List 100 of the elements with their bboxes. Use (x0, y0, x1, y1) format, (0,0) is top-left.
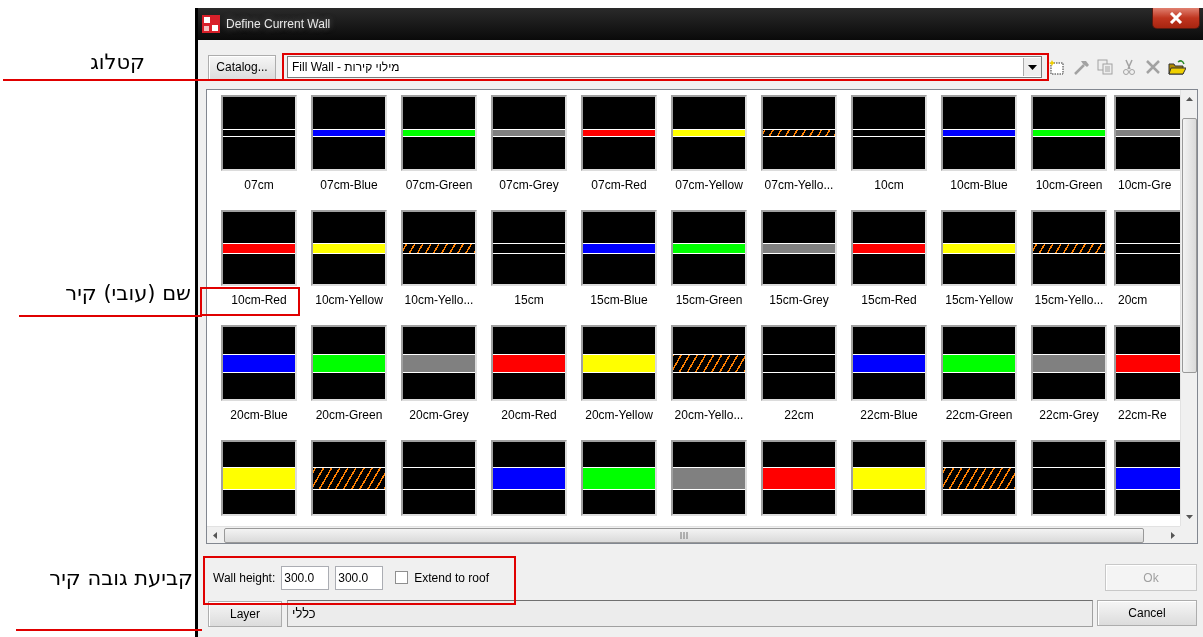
wall-swatch[interactable] (491, 325, 567, 401)
wall-name: 20cm-Blue (229, 408, 289, 422)
wall-name: 07cm-Grey (498, 178, 560, 192)
wall-swatch[interactable] (491, 440, 567, 516)
scroll-left-icon[interactable] (213, 531, 217, 539)
scroll-down-icon[interactable] (1185, 515, 1193, 519)
wall-name: 10cm-Red (230, 293, 288, 307)
wall-name: 07cm-Yellow (674, 178, 744, 192)
wall-swatch[interactable] (311, 210, 387, 286)
wall-swatch[interactable] (851, 440, 927, 516)
wall-swatch[interactable] (671, 325, 747, 401)
wall-swatch[interactable] (851, 325, 927, 401)
wall-swatch[interactable] (1031, 325, 1107, 401)
wall-name: 07cm-Yello... (763, 178, 835, 192)
wall-swatch[interactable] (401, 210, 477, 286)
wall-name: 15cm-Green (674, 293, 744, 307)
wall-name: 15cm-Red (860, 293, 918, 307)
extend-to-roof-label: Extend to roof (414, 570, 489, 585)
wall-swatch[interactable] (401, 325, 477, 401)
wall-name: 20cm-Yello... (673, 408, 745, 422)
scrollbar-thumb[interactable] (1181, 118, 1197, 373)
app-logo-icon (202, 15, 220, 33)
wall-swatch[interactable] (851, 210, 927, 286)
wall-name: 07cm-Green (404, 178, 474, 192)
wall-name: 10cm-Blue (949, 178, 1009, 192)
wall-swatch[interactable] (1114, 95, 1180, 171)
wall-swatch[interactable] (851, 95, 927, 171)
wall-swatch[interactable] (311, 95, 387, 171)
wall-swatch[interactable] (221, 440, 297, 516)
wall-swatch[interactable] (581, 440, 657, 516)
wall-swatch[interactable] (221, 210, 297, 286)
wall-height-field[interactable]: 300.0 (335, 565, 384, 590)
dropdown-arrow-icon[interactable] (1028, 64, 1037, 70)
wall-swatch[interactable] (581, 325, 657, 401)
layer-field[interactable]: כללי (287, 600, 1093, 627)
wall-swatch[interactable] (1031, 440, 1107, 516)
wall-name: 10cm-Green (1034, 178, 1104, 192)
close-icon[interactable] (1169, 12, 1183, 24)
scroll-right-icon[interactable] (1171, 531, 1175, 539)
wall-swatch[interactable] (221, 325, 297, 401)
wall-swatch[interactable] (671, 440, 747, 516)
wall-swatch[interactable] (941, 325, 1017, 401)
wall-name: 15cm-Blue (589, 293, 649, 307)
wall-swatch[interactable] (581, 210, 657, 286)
annotation-label: קביעת גובה קיר (49, 566, 193, 590)
wall-swatch[interactable] (941, 440, 1017, 516)
wall-swatch[interactable] (761, 210, 837, 286)
wall-swatch[interactable] (221, 95, 297, 171)
annotation-label: קטלוג (90, 50, 145, 74)
grip-icon (679, 531, 689, 539)
cancel-button[interactable]: Cancel (1097, 600, 1197, 626)
wall-height-label: Wall height: (213, 570, 276, 585)
wall-swatch[interactable] (311, 325, 387, 401)
wall-name: 10cm-Yellow (314, 293, 384, 307)
wall-name: 20cm-Green (314, 408, 384, 422)
wall-name: 10cm-Yello... (403, 293, 475, 307)
wall-height-field[interactable]: 300.0 (281, 565, 330, 590)
wall-name: 07cm-Blue (319, 178, 379, 192)
wall-swatch[interactable] (1031, 210, 1107, 286)
wall-name: 20cm-Grey (408, 408, 470, 422)
wall-name: 15cm-Yellow (944, 293, 1014, 307)
wall-swatch[interactable] (1114, 325, 1180, 401)
wall-name: 10cm (873, 178, 905, 192)
wall-name: 15cm-Yello... (1033, 293, 1105, 307)
wall-swatch[interactable] (671, 210, 747, 286)
wall-swatch[interactable] (581, 95, 657, 171)
vertical-scrollbar[interactable] (1180, 90, 1197, 526)
wall-name: 15cm (513, 293, 545, 307)
scroll-up-icon[interactable] (1185, 97, 1193, 101)
new-icon[interactable] (1048, 58, 1066, 76)
wall-name: 20cm-Yellow (584, 408, 654, 422)
window-title: Define Current Wall (226, 17, 331, 31)
close-button[interactable] (1152, 8, 1200, 29)
wall-swatch[interactable] (761, 95, 837, 171)
layer-button[interactable]: Layer (208, 600, 282, 627)
wall-swatch[interactable] (671, 95, 747, 171)
wall-name: 15cm-Grey (768, 293, 830, 307)
wall-name: 22cm (783, 408, 815, 422)
catalog-dropdown[interactable]: Fill Wall - מילוי קירות (287, 56, 1042, 78)
catalog-button[interactable]: Catalog... (208, 54, 276, 80)
extend-to-roof-checkbox[interactable] (395, 571, 409, 584)
folder-icon[interactable] (1168, 58, 1186, 76)
annotation-label: שם (עובי) קיר (65, 281, 191, 305)
wall-swatch[interactable] (761, 325, 837, 401)
wall-swatch[interactable] (401, 440, 477, 516)
wall-swatch[interactable] (401, 95, 477, 171)
wall-swatch[interactable] (1114, 440, 1180, 516)
wall-swatch[interactable] (311, 440, 387, 516)
wall-name: 22cm-Re (1117, 408, 1168, 422)
wall-name: 22cm-Grey (1038, 408, 1100, 422)
wall-swatch[interactable] (491, 210, 567, 286)
wall-swatch[interactable] (1031, 95, 1107, 171)
wall-swatch[interactable] (941, 95, 1017, 171)
wall-swatch[interactable] (491, 95, 567, 171)
wall-swatch[interactable] (761, 440, 837, 516)
wall-swatch[interactable] (941, 210, 1017, 286)
wall-name: 22cm-Green (944, 408, 1014, 422)
wall-name: 20cm (1117, 293, 1149, 307)
wall-swatch[interactable] (1114, 210, 1180, 286)
wall-name: 07cm-Red (590, 178, 648, 192)
